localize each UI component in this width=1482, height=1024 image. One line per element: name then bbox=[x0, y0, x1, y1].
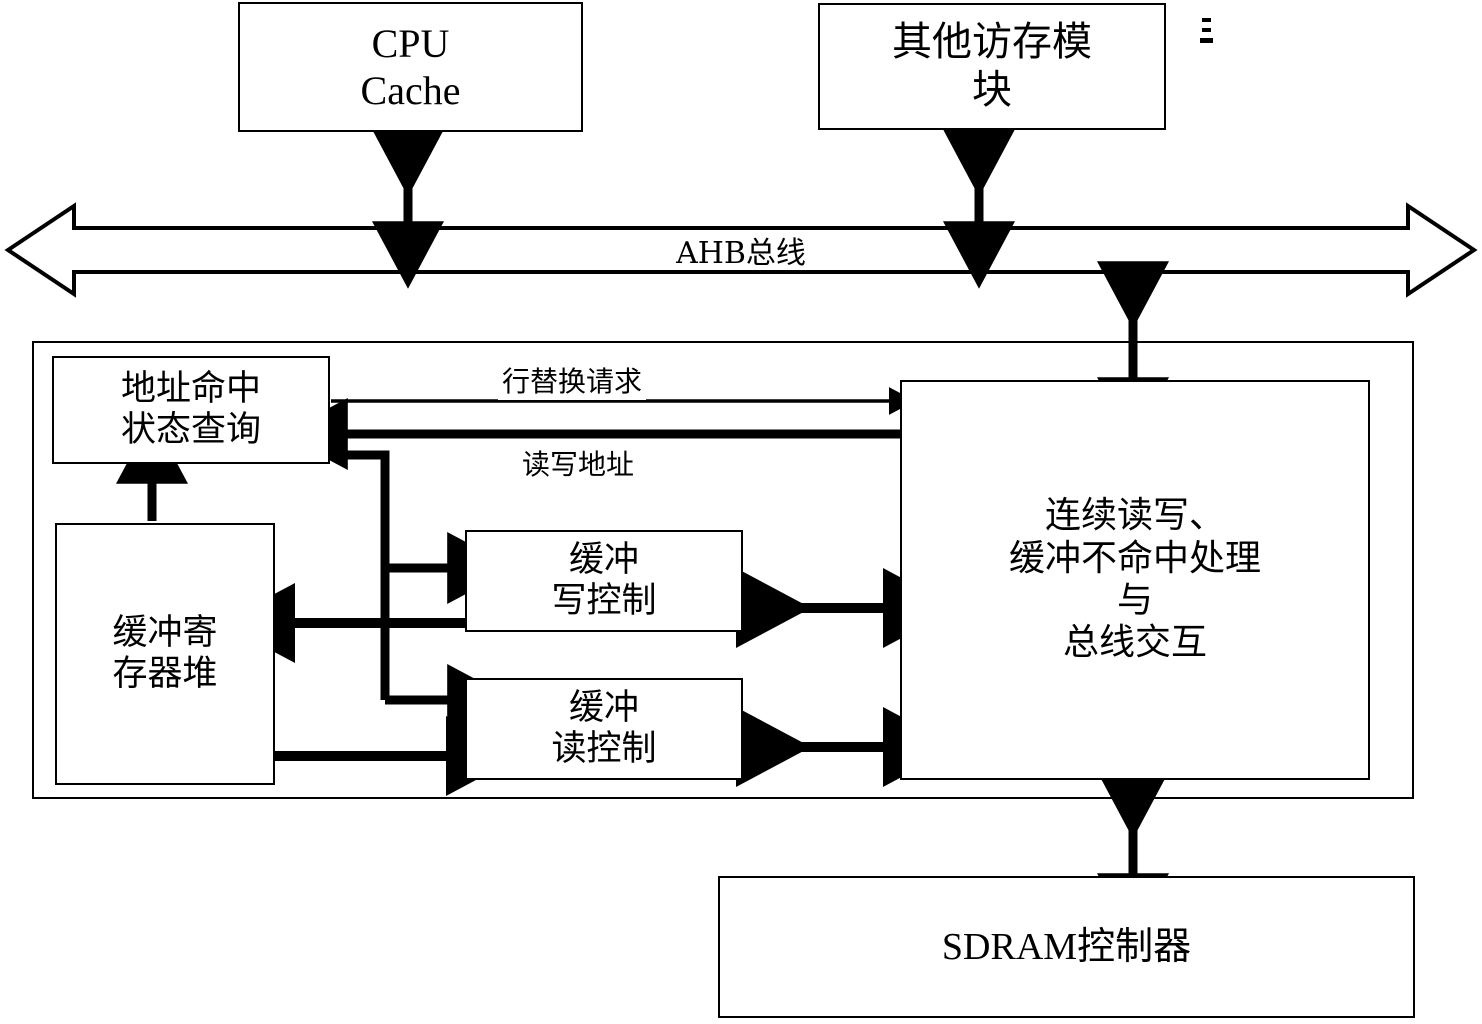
block-buffer-write-control[interactable]: 缓冲 写控制 bbox=[465, 530, 743, 632]
block-buffer-read-control[interactable]: 缓冲 读控制 bbox=[465, 678, 743, 780]
block-cpu-cache[interactable]: CPU Cache bbox=[238, 2, 583, 132]
more-modules-ellipsis-icon bbox=[1196, 12, 1216, 60]
ahb-bus-label: AHB总线 bbox=[676, 236, 806, 271]
edge-label-line-replace-request: 行替换请求 bbox=[498, 360, 647, 400]
block-address-hit-status-query[interactable]: 地址命中 状态查询 bbox=[52, 356, 330, 464]
edge-label-read-write-address: 读写地址 bbox=[518, 443, 639, 483]
block-buffer-register-file[interactable]: 缓冲寄 存器堆 bbox=[55, 523, 275, 785]
diagram-canvas: CPU Cache 其他访存模 块 AHB总线 地址命中 状态查询 缓冲寄 存器… bbox=[0, 0, 1482, 1024]
block-sdram-controller[interactable]: SDRAM控制器 bbox=[718, 876, 1415, 1018]
block-bus-interaction[interactable]: 连续读写、 缓冲不命中处理 与 总线交互 bbox=[900, 380, 1370, 780]
block-other-access-module[interactable]: 其他访存模 块 bbox=[818, 3, 1166, 130]
